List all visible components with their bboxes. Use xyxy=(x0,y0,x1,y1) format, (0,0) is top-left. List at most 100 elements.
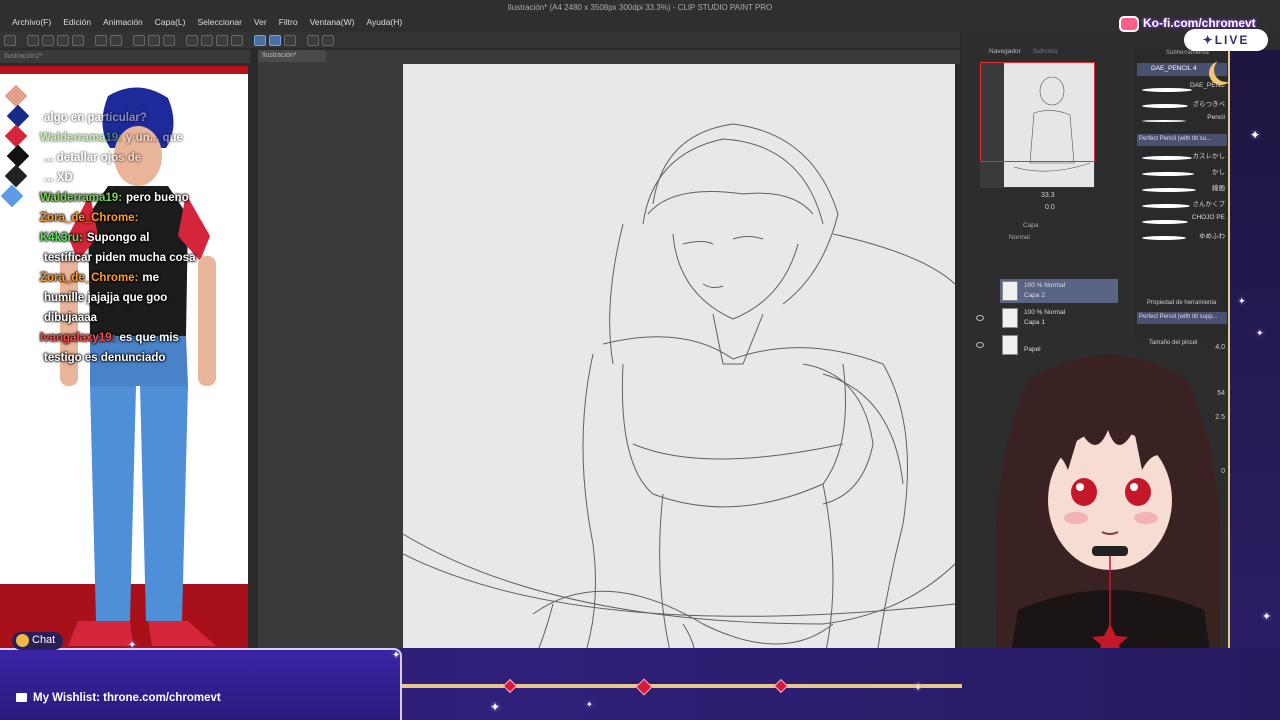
fill-icon[interactable] xyxy=(148,34,160,46)
menu-view[interactable]: Ver xyxy=(248,14,273,32)
eye-icon[interactable] xyxy=(976,342,984,348)
tab-navigator[interactable]: Navegador xyxy=(989,48,1021,55)
menu-edit[interactable]: Edición xyxy=(57,14,97,32)
chat-messages: algo en particular? Walderrama19: y un...… xyxy=(40,108,245,368)
chat-panel: algo en particular? Walderrama19: y un...… xyxy=(0,66,248,648)
chat-message: algo en particular? xyxy=(44,112,147,124)
sparkle-icon: ✦ xyxy=(1202,33,1215,47)
chat-message: K4k3ru: Supongo al xyxy=(40,232,150,244)
chat-message: ... detallar ojos de xyxy=(44,152,142,164)
redo-icon[interactable] xyxy=(110,34,122,46)
wishlist-box xyxy=(0,648,402,720)
left-document-tab[interactable]: Ilustración2* xyxy=(0,50,250,63)
gift-icon xyxy=(16,693,27,702)
menu-layer[interactable]: Capa(L) xyxy=(149,14,192,32)
grid-icon[interactable] xyxy=(231,34,243,46)
chat-label-badge: Chat xyxy=(12,632,64,650)
brush-stroke-preview xyxy=(1142,172,1194,176)
chat-message: Zora_de_Chrome: me xyxy=(40,272,160,284)
save-icon[interactable] xyxy=(57,34,69,46)
crop-icon[interactable] xyxy=(201,34,213,46)
blend-mode-select[interactable]: Normal xyxy=(1009,234,1030,241)
menu-file[interactable]: Archivo(F) xyxy=(6,14,57,32)
tablet-icon[interactable] xyxy=(307,34,319,46)
live-badge: ✦LIVE xyxy=(1184,29,1268,51)
deselect-icon[interactable] xyxy=(186,34,198,46)
eye-icon[interactable] xyxy=(976,315,984,321)
export-icon[interactable] xyxy=(72,34,84,46)
star-icon: ✦ xyxy=(1256,328,1264,338)
open-file-icon[interactable] xyxy=(42,34,54,46)
brush-item[interactable]: さんかくプ xyxy=(1140,198,1228,214)
star-icon: ✦ xyxy=(490,700,501,714)
chat-message: Zora_de_Chrome: xyxy=(40,212,139,224)
menu-filter[interactable]: Filtro xyxy=(273,14,304,32)
swatch-red[interactable] xyxy=(4,124,28,148)
layer-row[interactable]: 100 % Normal Capa 2 xyxy=(1000,279,1118,303)
clear-icon[interactable] xyxy=(133,34,145,46)
brush-stroke-preview xyxy=(1142,204,1190,208)
brush-item-selected[interactable]: Perfect Pencil (with tilt su... xyxy=(1137,134,1227,146)
menu-window[interactable]: Ventana(W) xyxy=(304,14,361,32)
zoom-value[interactable]: 33.3 xyxy=(1041,192,1055,199)
companion-icon[interactable] xyxy=(322,34,334,46)
rotation-value[interactable]: 0.0 xyxy=(1045,204,1055,211)
wishlist-link[interactable]: My Wishlist: throne.com/chromevt xyxy=(16,692,221,704)
brush-item[interactable]: ゆめふわ xyxy=(1140,230,1228,246)
star-icon: ✦ xyxy=(913,680,924,694)
invert-selection-icon[interactable] xyxy=(216,34,228,46)
brush-item[interactable]: かし xyxy=(1140,166,1228,182)
chat-message: humille jajajja que goo xyxy=(44,292,168,304)
menu-help[interactable]: Ayuda(H) xyxy=(360,14,408,32)
navigator-viewport-frame[interactable] xyxy=(980,62,1095,162)
chat-top-bar xyxy=(0,66,248,74)
star-icon: ✦ xyxy=(1250,128,1261,142)
chat-message: ... XD xyxy=(44,172,73,184)
brush-item[interactable]: CHOJO PE xyxy=(1140,214,1228,230)
color-swatches[interactable] xyxy=(0,80,34,210)
layer-thumbnail xyxy=(1002,308,1018,328)
chat-message: dibujaaaa xyxy=(44,312,98,324)
brush-stroke-preview xyxy=(1142,88,1192,92)
tab-subview[interactable]: Subvista xyxy=(1033,48,1058,55)
document-tab[interactable]: Ilustración* xyxy=(258,50,326,62)
crown-icon xyxy=(16,634,29,647)
overlay-gold-strip xyxy=(402,684,962,688)
undo-icon[interactable] xyxy=(95,34,107,46)
brush-size-label: Tamaño del pincel xyxy=(1149,340,1198,346)
new-file-icon[interactable] xyxy=(27,34,39,46)
swatch-blue[interactable] xyxy=(6,104,30,128)
brush-item[interactable]: 線画 xyxy=(1140,182,1228,198)
brush-item[interactable]: Pencil xyxy=(1140,114,1228,130)
chat-message: testigo es denunciado xyxy=(44,352,166,364)
moon-icon xyxy=(1214,58,1238,82)
navigator-tabs: Navegador Subvista xyxy=(975,48,1125,60)
brush-item[interactable]: DAE_PENC xyxy=(1140,82,1228,98)
snap-special-ruler-icon[interactable] xyxy=(269,34,281,46)
app-icon[interactable] xyxy=(4,34,16,46)
drawing-canvas[interactable] xyxy=(403,64,955,686)
tool-property-preset[interactable]: Perfect Pencil (with tilt supp... xyxy=(1137,312,1227,324)
swatch-skin[interactable] xyxy=(4,84,28,108)
brush-stroke-preview xyxy=(1142,104,1188,108)
sketch-drawing xyxy=(403,123,955,686)
menu-select[interactable]: Seleccionar xyxy=(192,14,248,32)
brush-item[interactable]: ざらつきペ xyxy=(1140,98,1228,114)
layer-panel-header: Capa Normal xyxy=(1009,222,1039,241)
star-icon: ✦ xyxy=(392,650,401,661)
swatch-dark[interactable] xyxy=(4,164,28,188)
menu-animation[interactable]: Animación xyxy=(97,14,149,32)
star-icon: ✦ xyxy=(586,700,593,709)
snap-ruler-icon[interactable] xyxy=(254,34,266,46)
transform-icon[interactable] xyxy=(163,34,175,46)
brush-item[interactable]: カスレかし xyxy=(1140,150,1228,166)
swatch-light-blue[interactable] xyxy=(0,184,24,208)
layer-row[interactable]: 100 % Normal Capa 1 xyxy=(1000,306,1118,330)
brush-stroke-preview xyxy=(1142,188,1196,192)
swatch-black[interactable] xyxy=(6,144,30,168)
chat-message: testificar piden mucha cosa xyxy=(44,252,196,264)
brush-stroke-preview xyxy=(1142,236,1186,240)
layer-thumbnail xyxy=(1002,281,1018,301)
brush-stroke-preview xyxy=(1142,220,1188,224)
pencil-mode-icon[interactable] xyxy=(284,34,296,46)
